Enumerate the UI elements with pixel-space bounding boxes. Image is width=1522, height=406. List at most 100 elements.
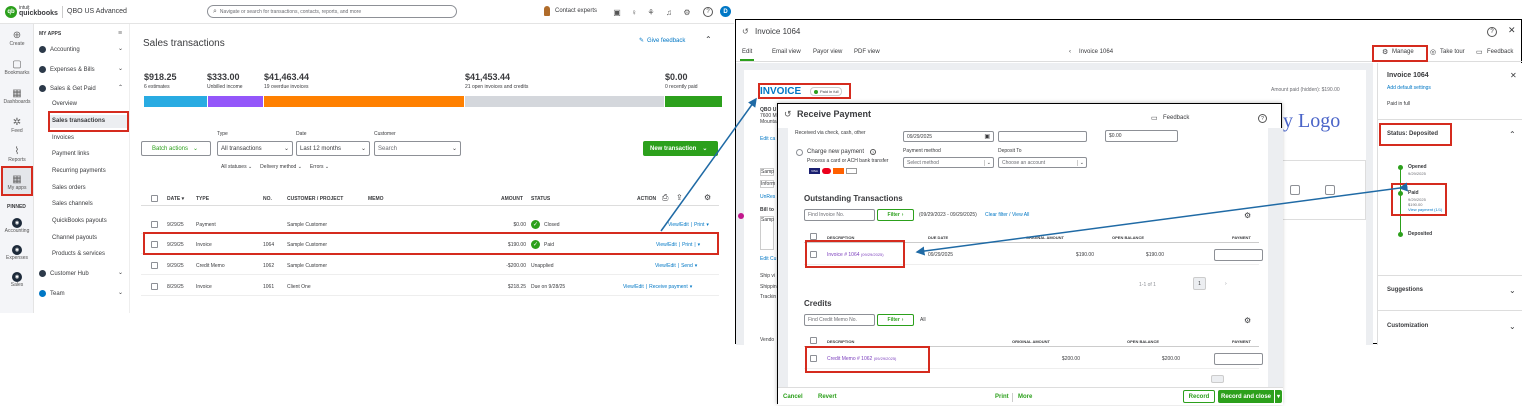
next-page-icon[interactable]: › <box>1225 281 1227 287</box>
nav-item-products-services[interactable]: Products & services <box>52 251 105 257</box>
view-edit-link[interactable]: View/Edit <box>668 222 689 228</box>
nav-item-quickbooks-payouts[interactable]: QuickBooks payouts <box>52 218 107 224</box>
close-icon[interactable]: ✕ <box>1510 71 1517 80</box>
stat-bar-overdue[interactable] <box>264 96 464 107</box>
row-checkbox[interactable] <box>151 221 158 228</box>
avatar[interactable]: D <box>720 6 731 17</box>
view-edit-link[interactable]: View/Edit <box>623 284 644 290</box>
nav-team[interactable]: Team <box>39 290 65 297</box>
info-icon[interactable]: ? <box>870 149 876 155</box>
cc-link[interactable]: UnRes <box>760 194 775 200</box>
lightbulb-icon[interactable]: ♀ <box>629 7 639 17</box>
stat-bar-estimates[interactable] <box>144 96 207 107</box>
print-button[interactable]: Print <box>995 394 1009 400</box>
batch-actions-button[interactable]: Batch actions ⌄ <box>141 141 211 156</box>
nav-item-overview[interactable]: Overview <box>52 101 77 107</box>
suggestions-section[interactable]: Suggestions <box>1387 287 1423 293</box>
revert-button[interactable]: Revert <box>818 394 837 400</box>
edit-customer-link[interactable]: Edit Cu <box>760 256 776 262</box>
chevron-down-icon[interactable]: ▾ <box>706 222 709 228</box>
email-field[interactable]: Inform <box>760 180 775 188</box>
nav-item-recurring-payments[interactable]: Recurring payments <box>52 168 106 174</box>
find-credit-input[interactable]: Find Credit Memo No. <box>804 314 875 326</box>
feedback-button[interactable]: Feedback <box>1163 115 1189 121</box>
nav-accounting[interactable]: Accounting <box>39 46 80 53</box>
chevron-down-icon[interactable]: ▾ <box>1275 390 1282 403</box>
row-checkbox[interactable] <box>151 283 158 290</box>
col-date[interactable]: DATE ▾ <box>167 196 184 202</box>
record-button[interactable]: Record <box>1183 390 1215 403</box>
tab-payor-view[interactable]: Payor view <box>813 49 842 55</box>
add-default-settings-link[interactable]: Add default settings <box>1387 85 1431 91</box>
rail-accounting[interactable]: ◉ Accounting <box>0 212 34 240</box>
print-icon[interactable]: ⎙ <box>662 193 668 203</box>
nav-item-sales-channels[interactable]: Sales channels <box>52 201 93 207</box>
rail-bookmarks[interactable]: ▢ Bookmarks <box>0 53 34 81</box>
record-and-close-button[interactable]: Record and close <box>1218 390 1274 403</box>
chevron-down-icon[interactable]: ⌄ <box>118 65 123 72</box>
calendar-icon[interactable]: ▣ <box>612 7 622 17</box>
deposit-to-select[interactable]: Choose an account ⌄ <box>998 157 1087 168</box>
gear-icon[interactable]: ⚙ <box>1244 316 1251 325</box>
qb-logo-icon[interactable]: qb <box>5 6 17 18</box>
scroll-handle[interactable] <box>1211 375 1224 383</box>
collapse-icon[interactable]: ≡ <box>118 30 122 37</box>
export-icon[interactable]: ⇪ <box>676 193 683 202</box>
select-all-checkbox[interactable] <box>151 195 158 202</box>
company-name[interactable]: QBO US Advanced <box>67 8 127 15</box>
credit-filter-button[interactable]: Filter › <box>877 314 914 326</box>
chevron-down-icon[interactable]: ⌄ <box>118 289 123 296</box>
chevron-down-icon[interactable]: ⌄ <box>118 269 123 276</box>
nav-item-invoices[interactable]: Invoices <box>52 135 74 141</box>
history-icon[interactable]: ↺ <box>742 27 749 36</box>
date-select[interactable]: Last 12 months ⌄ <box>296 141 370 156</box>
stat-bar-paid[interactable] <box>665 96 722 107</box>
select-all-checkbox[interactable] <box>810 337 817 344</box>
nav-sales[interactable]: Sales & Get Paid <box>39 85 96 92</box>
payment-method-select[interactable]: Select method ⌄ <box>903 157 994 168</box>
customer-search[interactable]: Search ⌄ <box>374 141 461 156</box>
calendar-icon[interactable] <box>1325 185 1335 195</box>
rail-expenses[interactable]: ◉ Expenses <box>0 239 34 267</box>
nav-item-payment-links[interactable]: Payment links <box>52 151 89 157</box>
find-invoice-input[interactable]: Find Invoice No. <box>804 209 875 221</box>
close-icon[interactable]: ✕ <box>1508 25 1516 36</box>
rail-create[interactable]: ⊕ Create <box>0 24 34 52</box>
give-feedback-link[interactable]: ✎ Give feedback <box>639 37 685 45</box>
new-transaction-button[interactable]: New transaction ⌄ <box>643 141 718 156</box>
nav-customer-hub[interactable]: Customer Hub <box>39 270 89 277</box>
cancel-button[interactable]: Cancel <box>783 394 803 400</box>
table-row[interactable]: 8/29/25 Invoice 1061 Client One $218.25 … <box>141 278 719 296</box>
calendar-icon[interactable] <box>1290 185 1300 195</box>
send-link[interactable]: Send <box>681 263 693 269</box>
credit-payment-input[interactable] <box>1214 353 1263 365</box>
chevron-up-icon[interactable]: ⌃ <box>705 35 712 44</box>
nav-expenses[interactable]: Expenses & Bills <box>39 66 95 73</box>
reference-field[interactable] <box>998 131 1087 142</box>
chevron-down-icon[interactable]: ⌄ <box>1509 322 1516 331</box>
tab-edit[interactable]: Edit <box>742 49 752 55</box>
all-statuses-filter[interactable]: All statuses ⌄ <box>221 164 252 170</box>
take-tour-button[interactable]: Take tour <box>1440 49 1465 55</box>
clear-filter-link[interactable]: Clear filter / View All <box>985 212 1029 218</box>
help-icon[interactable]: ? <box>1258 114 1267 123</box>
edit-company-link[interactable]: Edit ca <box>760 136 775 142</box>
gear-icon[interactable]: ⚙ <box>1244 211 1251 220</box>
history-icon[interactable]: ↺ <box>784 109 792 120</box>
bell-icon[interactable]: ♫ <box>664 7 674 17</box>
gear-icon[interactable]: ⚙ <box>704 193 711 202</box>
errors-filter[interactable]: Errors ⌄ <box>310 164 329 170</box>
tab-pdf-view[interactable]: PDF view <box>854 49 880 55</box>
more-button[interactable]: More <box>1018 394 1032 400</box>
receive-payment-link[interactable]: Receive payment <box>649 284 688 290</box>
chevron-up-icon[interactable]: ⌃ <box>118 84 123 91</box>
stat-bar-open[interactable] <box>465 96 664 107</box>
chevron-up-icon[interactable]: ⌃ <box>1509 130 1516 139</box>
chevron-down-icon[interactable]: ⌄ <box>1509 286 1516 295</box>
filter-button[interactable]: Filter › <box>877 209 914 221</box>
rail-reports[interactable]: ⌇ Reports <box>0 140 34 168</box>
chevron-down-icon[interactable]: ▾ <box>695 263 698 269</box>
feedback-button[interactable]: Feedback <box>1487 49 1513 55</box>
select-all-checkbox[interactable] <box>810 233 817 240</box>
global-search[interactable]: ⌕ Navigate or search for transactions, c… <box>207 5 457 18</box>
